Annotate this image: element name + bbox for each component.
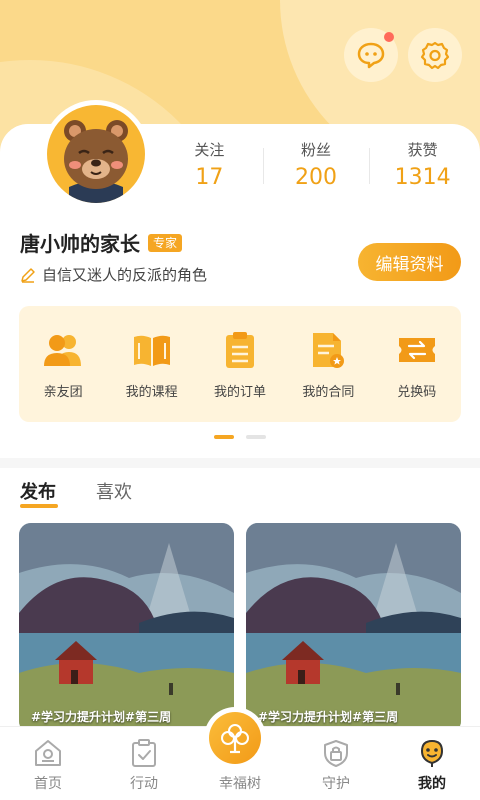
settings-icon	[420, 41, 450, 70]
expert-badge: 专家	[148, 233, 183, 252]
chat-button[interactable]	[344, 28, 398, 82]
stat-value: 200	[295, 165, 337, 190]
contract-icon	[307, 329, 349, 371]
mine-icon	[416, 737, 448, 769]
stat-label: 获赞	[407, 141, 438, 159]
stat-likes[interactable]: 获赞 1314	[369, 140, 476, 190]
post-card[interactable]: #学习力提升计划#第三周	[19, 523, 234, 733]
avatar[interactable]	[42, 100, 150, 208]
tab-liked[interactable]: 喜欢	[96, 478, 132, 510]
order-icon	[219, 329, 261, 371]
menu-label: 亲友团	[43, 384, 83, 400]
nav-label: 我的	[418, 776, 446, 792]
post-tag: #学习力提升计划#第三周	[31, 710, 172, 724]
action-icon	[128, 737, 160, 769]
menu-item-courses[interactable]: 我的课程	[112, 329, 192, 400]
bear-avatar-icon	[47, 105, 145, 203]
menu-pager	[214, 435, 266, 439]
stat-value: 1314	[394, 165, 451, 190]
tree-icon	[209, 712, 261, 764]
section-divider	[0, 458, 480, 468]
post-tag: #学习力提升计划#第三周	[258, 710, 399, 724]
nav-label: 行动	[130, 776, 158, 792]
bio-row: 自信又迷人的反派的角色	[20, 264, 207, 285]
menu-item-friends[interactable]: 亲友团	[23, 329, 103, 400]
happy-tree-button[interactable]	[204, 707, 266, 769]
menu-item-contracts[interactable]: 我的合同	[288, 329, 368, 400]
menu-label: 我的课程	[125, 384, 178, 400]
settings-button[interactable]	[408, 28, 462, 82]
book-icon	[131, 329, 173, 371]
menu-label: 我的订单	[213, 384, 266, 400]
exchange-code-icon	[396, 329, 438, 371]
nav-item-guard[interactable]: 守护	[288, 727, 384, 800]
nav-label: 守护	[322, 776, 350, 792]
pencil-icon	[21, 267, 35, 283]
nav-label: 首页	[34, 776, 62, 792]
menu-item-orders[interactable]: 我的订单	[200, 329, 280, 400]
stat-value: 17	[195, 165, 224, 190]
stat-following[interactable]: 关注 17	[156, 140, 263, 190]
stat-followers[interactable]: 粉丝 200	[262, 140, 370, 190]
nav-label: 幸福树	[219, 776, 261, 792]
menu-item-exchange-code[interactable]: 兑换码	[377, 329, 457, 400]
menu-label: 我的合同	[302, 384, 355, 400]
menu-label: 兑换码	[397, 384, 437, 400]
stat-label: 粉丝	[301, 141, 332, 159]
profile-stats: 关注 17 粉丝 200 获赞 1314	[156, 140, 476, 190]
pager-dot[interactable]	[246, 435, 266, 439]
quick-menu: 亲友团 我的课程 我的订单 我的合同 兑换码	[19, 306, 461, 422]
nav-item-action[interactable]: 行动	[96, 727, 192, 800]
nav-item-home[interactable]: 首页	[0, 727, 96, 800]
name-row: 唐小帅的家长 专家	[20, 228, 183, 257]
notification-dot	[384, 32, 394, 42]
home-icon	[32, 737, 64, 769]
chat-icon	[357, 42, 385, 69]
post-grid: #学习力提升计划#第三周 #学习力提升计划#第三周	[19, 523, 461, 733]
content-tabs: 发布 喜欢	[20, 478, 132, 510]
profile-bio: 自信又迷人的反派的角色	[42, 266, 208, 284]
landscape-image	[246, 523, 461, 733]
friends-icon	[42, 329, 84, 371]
stat-label: 关注	[194, 141, 225, 159]
shield-icon	[320, 737, 352, 769]
pager-dot-active[interactable]	[214, 435, 234, 439]
nav-item-mine[interactable]: 我的	[384, 727, 480, 800]
post-card[interactable]: #学习力提升计划#第三周	[246, 523, 461, 733]
tab-published[interactable]: 发布	[20, 478, 58, 510]
edit-profile-button[interactable]: 编辑资料	[358, 243, 461, 281]
profile-name: 唐小帅的家长	[20, 232, 140, 256]
landscape-image	[19, 523, 234, 733]
